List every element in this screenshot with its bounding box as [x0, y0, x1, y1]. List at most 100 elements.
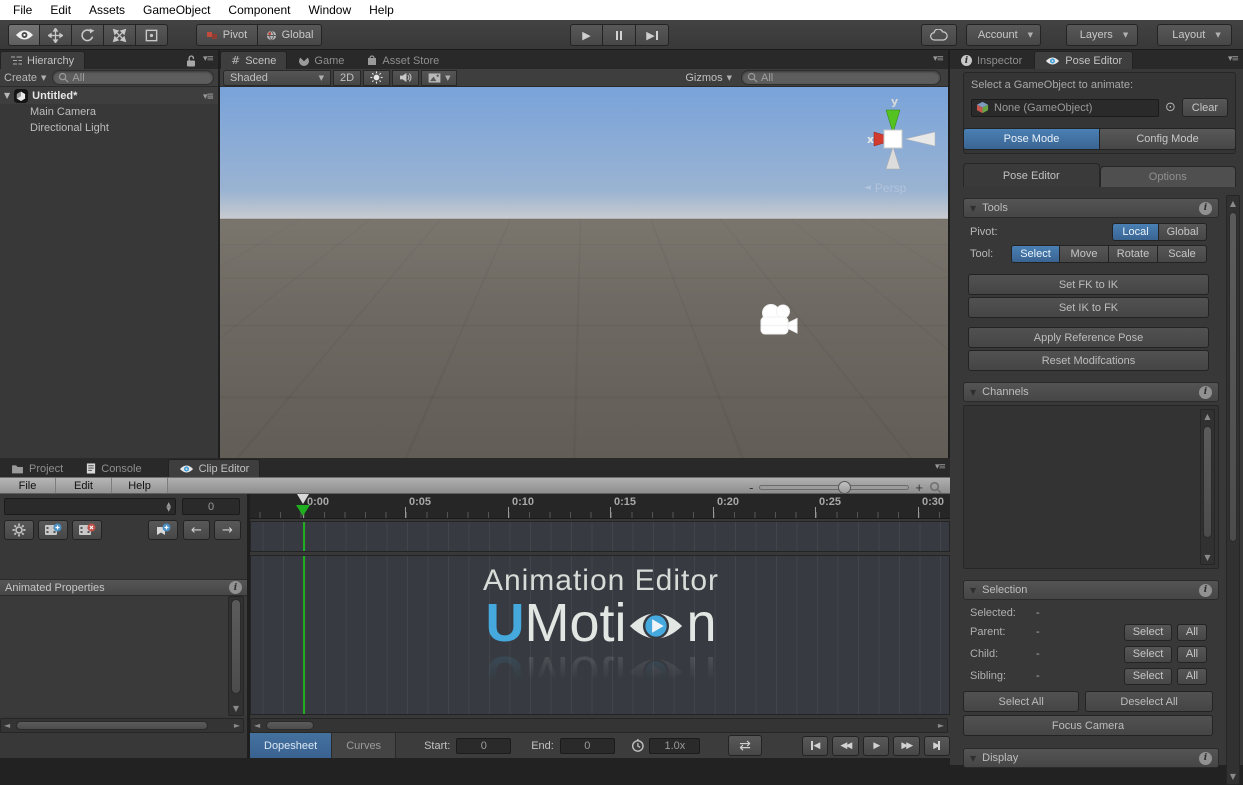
keyframe-track[interactable] [250, 521, 950, 552]
pivot-toggle-button[interactable]: Pivot [196, 24, 258, 46]
info-icon[interactable]: i [1199, 752, 1212, 765]
scroll-down-icon[interactable]: ▼ [1227, 772, 1239, 781]
rotate-tool-button[interactable] [72, 24, 104, 46]
clear-button[interactable]: Clear [1182, 98, 1228, 117]
scene-menu-icon[interactable]: ▾≡ [203, 92, 213, 102]
info-icon[interactable]: i [1199, 386, 1212, 399]
focus-camera-button[interactable]: Focus Camera [963, 715, 1213, 736]
tool-scale-button[interactable]: Scale [1158, 245, 1207, 263]
zoom-slider-thumb[interactable] [838, 481, 851, 494]
layers-dropdown[interactable]: Layers ▼ [1066, 24, 1138, 46]
channels-scrollbar[interactable]: ▲ ▼ [1200, 409, 1215, 565]
2d-toggle-button[interactable]: 2D [333, 70, 361, 86]
properties-h-scrollbar[interactable]: ◄ ► [0, 718, 244, 733]
scene-tree-row[interactable]: ▼ Untitled* ▾≡ [0, 87, 218, 104]
settings-button[interactable] [4, 520, 34, 540]
go-to-end-button[interactable]: ▶ [924, 736, 950, 756]
frame-number-field[interactable]: 0 [182, 498, 240, 515]
playhead-handle-icon[interactable] [297, 494, 309, 504]
parent-all-button[interactable]: All [1177, 624, 1207, 641]
foldout-open-icon[interactable]: ▼ [970, 388, 976, 397]
loop-toggle-button[interactable]: ⇄ [728, 735, 761, 756]
menu-item-assets[interactable]: Assets [80, 3, 134, 17]
playback-speed-field[interactable]: 1.0x [649, 738, 700, 754]
next-frame-button[interactable]: ▶▶ [893, 736, 919, 756]
panel-menu-icon[interactable]: ▾≡ [203, 54, 213, 64]
lock-icon[interactable] [186, 55, 196, 67]
dopesheet-area[interactable]: Animation Editor UMotin UMotin [250, 555, 950, 715]
scrollbar-thumb[interactable] [1229, 212, 1237, 542]
foldout-open-icon[interactable]: ▼ [970, 204, 976, 213]
tab-scene[interactable]: # Scene [220, 51, 287, 69]
panel-menu-icon[interactable]: ▾≡ [1228, 54, 1238, 64]
global-toggle-button[interactable]: Global [258, 24, 322, 46]
playhead-line[interactable] [303, 556, 305, 714]
camera-gizmo-icon[interactable] [754, 303, 802, 341]
channels-section-header[interactable]: ▼ Channels i [963, 382, 1219, 402]
add-keyframe-button[interactable] [148, 520, 178, 540]
gizmos-dropdown[interactable]: Gizmos ▼ [678, 70, 739, 86]
previous-keyframe-button[interactable]: ← [183, 520, 210, 540]
config-mode-button[interactable]: Config Mode [1100, 128, 1236, 150]
timeline-h-scrollbar[interactable]: ◄ ► [250, 718, 948, 733]
previous-frame-button[interactable]: ◀◀ [832, 736, 858, 756]
curves-tab[interactable]: Curves [332, 733, 396, 758]
add-clip-button[interactable] [38, 520, 68, 540]
play-animation-button[interactable]: ▶ [863, 736, 889, 756]
scrollbar-thumb[interactable] [16, 721, 208, 730]
menu-item-gameobject[interactable]: GameObject [134, 3, 219, 17]
foldout-open-icon[interactable]: ▼ [970, 586, 976, 595]
rect-tool-button[interactable] [136, 24, 168, 46]
info-icon[interactable]: i [1199, 202, 1212, 215]
selection-section-header[interactable]: ▼ Selection i [963, 580, 1219, 600]
clip-selector-dropdown[interactable]: ▲▼ [4, 498, 176, 515]
menu-item-window[interactable]: Window [299, 3, 360, 17]
set-fk-to-ik-button[interactable]: Set FK to IK [968, 274, 1209, 295]
scene-canvas[interactable]: y x ◄ Persp [220, 87, 948, 458]
dopesheet-tab[interactable]: Dopesheet [250, 733, 332, 758]
playhead-marker-icon[interactable] [296, 505, 310, 516]
panel-menu-icon[interactable]: ▾≡ [935, 462, 945, 472]
scrollbar-thumb[interactable] [1203, 426, 1212, 538]
hierarchy-item-directional-light[interactable]: Directional Light [0, 120, 218, 136]
child-all-button[interactable]: All [1177, 646, 1207, 663]
tab-project[interactable]: Project [0, 459, 74, 477]
select-all-button[interactable]: Select All [963, 691, 1079, 712]
timeline-ruler[interactable]: 0:00 0:05 0:10 0:15 0:20 0:25 0:30 [250, 494, 950, 519]
pivot-local-button[interactable]: Local [1112, 223, 1159, 241]
orientation-gizmo[interactable]: y x [847, 93, 939, 185]
tool-rotate-button[interactable]: Rotate [1109, 245, 1158, 263]
view-tool-button[interactable] [8, 24, 40, 46]
move-tool-button[interactable] [40, 24, 72, 46]
menu-item-component[interactable]: Component [219, 3, 299, 17]
clip-menu-edit[interactable]: Edit [56, 478, 112, 493]
subtab-pose-editor[interactable]: Pose Editor [963, 163, 1100, 187]
scroll-right-icon[interactable]: ► [234, 720, 240, 732]
pause-button[interactable] [603, 24, 636, 46]
next-keyframe-button[interactable]: → [214, 520, 241, 540]
scroll-down-icon[interactable]: ▼ [229, 704, 243, 713]
set-ik-to-fk-button[interactable]: Set IK to FK [968, 297, 1209, 318]
parent-select-button[interactable]: Select [1124, 624, 1172, 641]
clip-menu-help[interactable]: Help [112, 478, 168, 493]
create-dropdown[interactable]: Create ▼ [4, 72, 46, 84]
lighting-toggle-button[interactable] [363, 70, 390, 86]
scrollbar-thumb[interactable] [231, 599, 241, 694]
info-icon[interactable]: i [1199, 584, 1212, 597]
account-dropdown[interactable]: Account ▼ [966, 24, 1041, 46]
foldout-open-icon[interactable]: ▼ [970, 754, 976, 763]
channels-list[interactable]: ▲ ▼ [963, 405, 1219, 569]
end-field[interactable]: 0 [560, 738, 615, 754]
tool-select-button[interactable]: Select [1011, 245, 1060, 263]
clip-menu-file[interactable]: File [0, 478, 56, 493]
scroll-up-icon[interactable]: ▲ [1201, 412, 1214, 421]
zoom-out-label[interactable]: - [749, 480, 753, 495]
tab-hierarchy[interactable]: Hierarchy [0, 51, 85, 69]
scene-search-input[interactable]: All [741, 70, 941, 85]
delete-clip-button[interactable] [72, 520, 102, 540]
object-picker-button[interactable]: ⊙ [1165, 100, 1176, 115]
tab-pose-editor[interactable]: Pose Editor [1034, 51, 1133, 69]
tab-inspector[interactable]: i Inspector [950, 51, 1033, 69]
shading-dropdown[interactable]: Shaded ▼ [223, 70, 331, 86]
menu-item-edit[interactable]: Edit [41, 3, 80, 17]
